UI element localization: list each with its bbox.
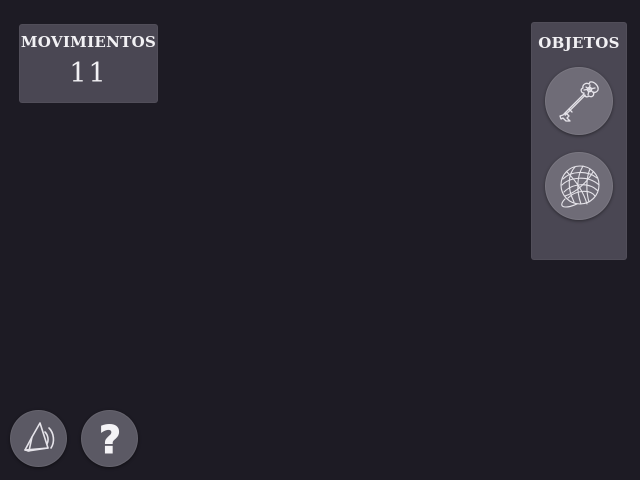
question-mark-icon: ?	[98, 417, 121, 461]
inventory-title: OBJETOS	[538, 34, 620, 52]
yarn-ball-icon	[553, 160, 605, 212]
inventory-panel: OBJETOS	[531, 22, 627, 260]
inventory-slot-yarn[interactable]	[545, 152, 613, 220]
help-button[interactable]: ?	[81, 410, 138, 467]
speaker-icon	[18, 418, 60, 460]
moves-panel: MOVIMIENTOS 11	[19, 24, 158, 103]
inventory-slot-key[interactable]	[545, 67, 613, 135]
moves-label: MOVIMIENTOS	[20, 33, 157, 51]
sound-button[interactable]	[10, 410, 67, 467]
key-icon	[554, 76, 604, 126]
moves-count: 11	[69, 58, 108, 89]
help-glyph: ?	[98, 418, 120, 461]
